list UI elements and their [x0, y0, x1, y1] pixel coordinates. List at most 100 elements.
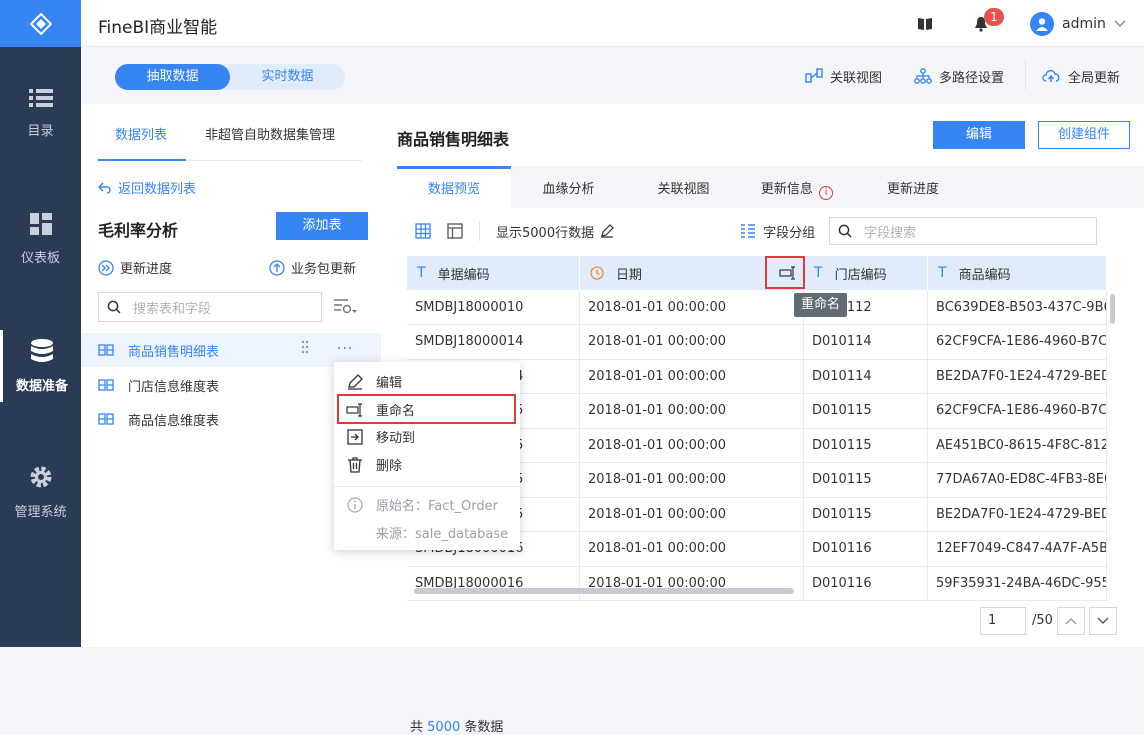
divider: [479, 221, 480, 241]
tab-relation-view[interactable]: 关联视图: [626, 166, 741, 208]
tab-update-info[interactable]: 更新信息 i: [741, 166, 853, 208]
global-update-button[interactable]: 全局更新: [1041, 64, 1120, 88]
vertical-scrollbar[interactable]: [1110, 294, 1115, 324]
logo[interactable]: [0, 0, 81, 47]
tab-data-preview[interactable]: 数据预览: [397, 166, 511, 208]
field-group-label[interactable]: 字段分组: [763, 222, 815, 241]
relation-icon: [805, 68, 823, 83]
field-search-placeholder: 字段搜索: [864, 225, 917, 241]
table-cell: 2018-01-01 00:00:00: [580, 428, 804, 463]
search-placeholder: 搜索表和字段: [133, 301, 212, 317]
column-label: 商品编码: [958, 267, 1011, 283]
search-icon: [838, 224, 852, 238]
table-cell: 2018-01-01 00:00:00: [580, 324, 804, 360]
table-cell: D010114: [804, 359, 928, 394]
table-toolbar: 显示5000行数据 字段分组 字段搜索: [397, 208, 1144, 254]
update-progress-label: 更新进度: [120, 262, 173, 277]
table-cell: D010114: [804, 324, 928, 360]
filter-icon[interactable]: [333, 298, 357, 316]
column-label: 单据编码: [437, 267, 490, 283]
page-input[interactable]: 1: [980, 607, 1026, 635]
column-header[interactable]: T 门店编码: [804, 256, 928, 290]
cloud-refresh-icon: [1042, 70, 1060, 82]
multipath-button[interactable]: 多路径设置: [914, 64, 1004, 88]
package-update-link[interactable]: 业务包更新: [269, 258, 356, 277]
search-icon: [107, 300, 121, 314]
column-label: 门店编码: [834, 267, 887, 283]
update-progress-link[interactable]: 更新进度: [98, 258, 172, 277]
next-page-button[interactable]: [1089, 607, 1117, 635]
dashboard-icon: [29, 212, 52, 235]
tab-data-list[interactable]: 数据列表: [115, 124, 167, 143]
book-icon[interactable]: [917, 0, 933, 47]
total-prefix: 共: [410, 720, 424, 735]
table-cell: BE2DA7F0-1E24-4729-BED: [928, 359, 1107, 394]
table-cell: AE451BC0-8615-4F8C-812: [928, 428, 1107, 463]
highlight-box: [337, 394, 516, 424]
table-search-input[interactable]: 搜索表和字段: [98, 292, 322, 322]
table-cell: 2018-01-01 00:00:00: [580, 566, 804, 601]
table-cell: SMDBJ18000016: [407, 566, 580, 601]
tab-lineage[interactable]: 血缘分析: [511, 166, 626, 208]
highlight-box: [765, 256, 805, 289]
tab-extract-data[interactable]: 抽取数据: [115, 64, 230, 90]
pencil-icon[interactable]: [600, 224, 614, 238]
table-cell: D010115: [804, 462, 928, 498]
tab-update-progress[interactable]: 更新进度: [853, 166, 973, 208]
hierarchy-icon: [914, 68, 932, 84]
table-cell: D010116: [804, 566, 928, 601]
back-to-list-link[interactable]: 返回数据列表: [98, 178, 196, 197]
table-cell: 2018-01-01 00:00:00: [580, 531, 804, 567]
menu-label: 删除: [376, 459, 403, 474]
table-icon: [98, 379, 114, 391]
side-nav: 目录 仪表板 数据准备 管理系统: [0, 0, 81, 647]
table-cell: 12EF7049-C847-4A7F-A5B: [928, 531, 1107, 567]
show-rows-label[interactable]: 显示5000行数据: [496, 222, 594, 241]
edit-button[interactable]: 编辑: [933, 121, 1025, 149]
table-cell: D010115: [804, 428, 928, 463]
horizontal-scrollbar[interactable]: [414, 588, 794, 594]
layout-view-icon[interactable]: [447, 223, 463, 239]
original-name: 原始名：Fact_Order: [376, 499, 498, 514]
drag-handle-icon[interactable]: [301, 340, 309, 354]
column-header[interactable]: T 单据编码: [407, 256, 580, 290]
menu-item-move[interactable]: 移动到: [346, 427, 415, 446]
field-search-input[interactable]: 字段搜索: [829, 217, 1098, 245]
top-bar: FineBI商业智能 1 admin: [81, 0, 1144, 47]
add-table-button[interactable]: 添加表: [276, 212, 368, 240]
back-arrow-icon: [98, 182, 111, 194]
menu-label: 编辑: [376, 376, 403, 391]
nav-item-dashboard[interactable]: 仪表板: [0, 203, 81, 275]
table-cell: 2018-01-01 00:00:00: [580, 290, 804, 325]
data-mode-switch: 抽取数据 实时数据: [115, 64, 345, 90]
tab-selfservice-manage[interactable]: 非超管自助数据集管理: [205, 124, 335, 143]
create-component-button[interactable]: 创建组件: [1038, 121, 1130, 149]
column-header[interactable]: T 商品编码: [928, 256, 1107, 290]
relation-view-button[interactable]: 关联视图: [805, 64, 882, 88]
field-group-icon[interactable]: [740, 223, 756, 239]
nav-label: 管理系统: [14, 504, 67, 520]
more-icon[interactable]: ···: [337, 341, 353, 357]
menu-item-delete[interactable]: 删除: [346, 455, 402, 474]
source-info: 来源：sale_database: [376, 523, 508, 542]
user-menu[interactable]: admin: [1030, 0, 1126, 47]
table-cell: SMDBJ18000010: [407, 290, 580, 325]
prev-page-button[interactable]: [1057, 607, 1085, 635]
grid-view-icon[interactable]: [415, 223, 431, 239]
upload-icon: [269, 259, 285, 276]
table-cell: 2018-01-01 00:00:00: [580, 359, 804, 394]
clock-icon: [590, 266, 604, 280]
divider: [1025, 60, 1026, 90]
app-title: FineBI商业智能: [98, 18, 218, 38]
relation-view-label: 关联视图: [830, 70, 883, 86]
nav-item-admin[interactable]: 管理系统: [0, 456, 81, 528]
fast-forward-icon: [98, 259, 114, 276]
warning-icon: i: [819, 186, 834, 200]
rename-tooltip: 重命名: [794, 293, 847, 317]
nav-item-data-prep[interactable]: 数据准备: [0, 330, 81, 402]
tab-realtime-data[interactable]: 实时数据: [230, 64, 345, 90]
menu-item-edit[interactable]: 编辑: [346, 372, 402, 391]
table-cell: 2018-01-01 00:00:00: [580, 393, 804, 429]
nav-item-catalog[interactable]: 目录: [0, 77, 81, 149]
username: admin: [1062, 15, 1106, 32]
